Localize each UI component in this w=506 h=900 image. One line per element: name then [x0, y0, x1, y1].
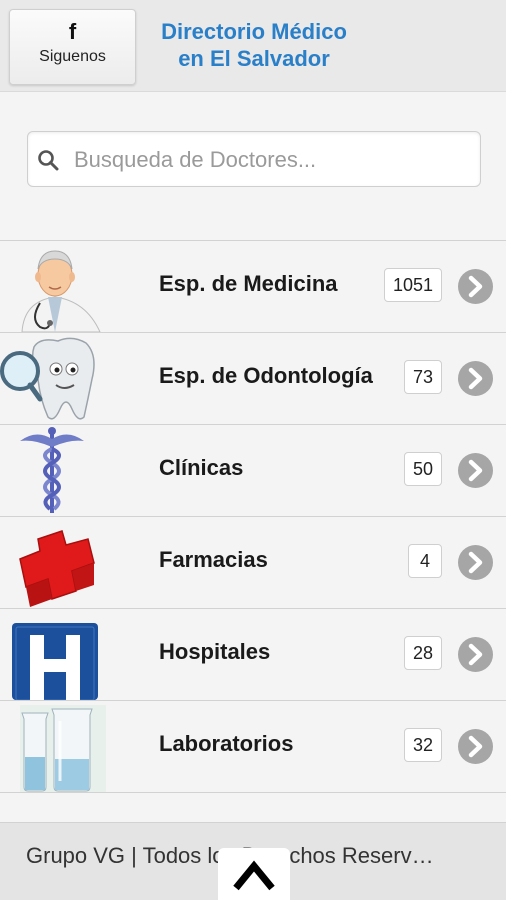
caduceus-icon	[20, 427, 84, 513]
chevron-right-icon	[458, 729, 493, 764]
chevron-up-icon	[233, 860, 275, 891]
app-title: Directorio Médico en El Salvador	[143, 18, 365, 72]
chevron-right-icon	[458, 361, 493, 396]
beakers-icon	[20, 705, 106, 792]
tooth-icon	[0, 337, 95, 420]
category-count-badge: 32	[403, 728, 442, 762]
facebook-follow-label: Siguenos	[39, 48, 106, 65]
category-count-badge: 50	[403, 452, 442, 486]
category-label: Laboratorios	[159, 731, 294, 756]
facebook-follow-button[interactable]: f Siguenos	[9, 9, 136, 85]
search-icon	[38, 150, 59, 171]
category-label: Clínicas	[159, 455, 244, 480]
category-count-badge: 1051	[383, 268, 442, 302]
category-label: Hospitales	[159, 639, 271, 664]
category-count-badge: 73	[403, 360, 442, 394]
chevron-right-icon	[458, 637, 493, 672]
chevron-right-icon	[458, 269, 493, 304]
hospital-sign-icon	[12, 623, 98, 700]
app-title-line1: Directorio Médico	[161, 19, 347, 44]
scroll-to-top-button[interactable]	[218, 848, 290, 900]
app-header: f Siguenos Directorio Médico en El Salva…	[0, 0, 506, 92]
category-row-hospitales[interactable]: Hospitales 28	[0, 609, 506, 701]
category-row-laboratorios[interactable]: Laboratorios 32	[0, 701, 506, 793]
category-list: Esp. de Medicina 1051 Esp. de Odontologí…	[0, 240, 506, 793]
category-row-clinicas[interactable]: Clínicas 50	[0, 425, 506, 517]
doctor-icon	[21, 250, 101, 332]
category-row-farmacias[interactable]: Farmacias 4	[0, 517, 506, 609]
category-label: Esp. de Odontología	[159, 363, 373, 388]
category-row-odontologia[interactable]: Esp. de Odontología 73	[0, 333, 506, 425]
category-row-medicina[interactable]: Esp. de Medicina 1051	[0, 241, 506, 333]
category-count-badge: 4	[408, 544, 442, 578]
search-input[interactable]	[74, 140, 474, 180]
chevron-right-icon	[458, 545, 493, 580]
chevron-right-icon	[458, 453, 493, 488]
category-label: Farmacias	[159, 547, 268, 572]
facebook-icon: f	[68, 19, 77, 44]
app-title-line2: en El Salvador	[178, 46, 330, 71]
category-label: Esp. de Medicina	[159, 271, 338, 296]
category-count-badge: 28	[403, 636, 442, 670]
search-box[interactable]	[27, 131, 481, 187]
red-cross-icon	[19, 530, 95, 607]
